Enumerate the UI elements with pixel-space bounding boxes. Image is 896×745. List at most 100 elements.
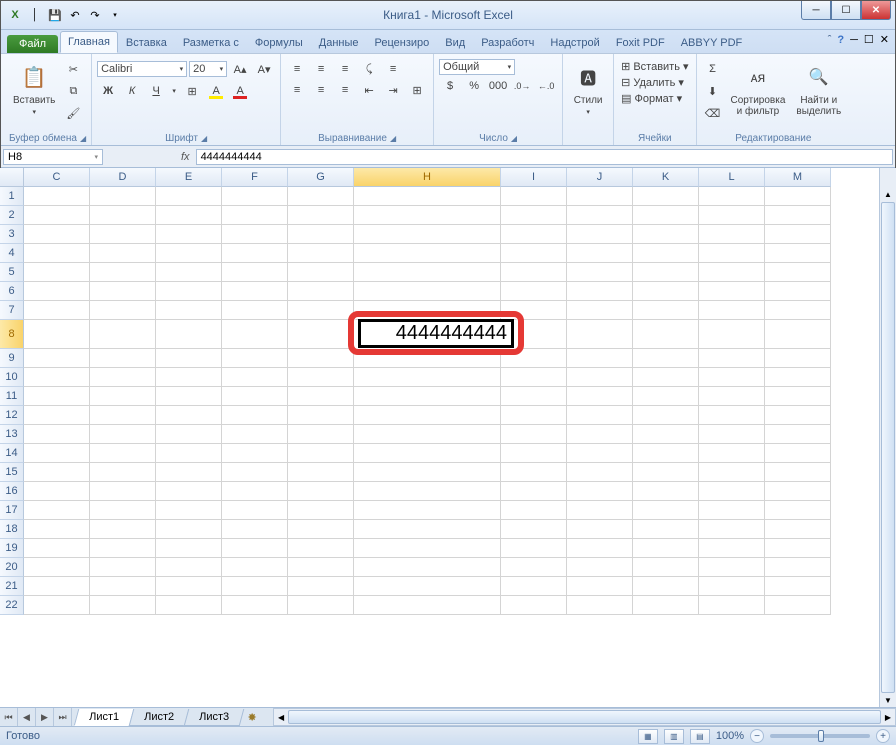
cell[interactable] xyxy=(501,558,567,577)
wkbk-max-icon[interactable]: ☐ xyxy=(864,33,874,46)
cell[interactable] xyxy=(567,406,633,425)
column-header[interactable]: G xyxy=(288,168,354,187)
view-normal-icon[interactable]: ▦ xyxy=(638,729,658,744)
cell[interactable] xyxy=(501,501,567,520)
cell[interactable] xyxy=(765,187,831,206)
cell[interactable] xyxy=(288,349,354,368)
row-headers[interactable]: 12345678910111213141516171819202122 xyxy=(0,187,24,707)
cell[interactable] xyxy=(765,463,831,482)
cell[interactable] xyxy=(765,349,831,368)
select-all-corner[interactable] xyxy=(0,168,24,187)
wkbk-min-icon[interactable]: ─ xyxy=(850,34,858,46)
zoom-in-icon[interactable]: + xyxy=(876,729,890,743)
cell[interactable] xyxy=(222,387,288,406)
cell[interactable] xyxy=(567,187,633,206)
align-middle-icon[interactable]: ≡ xyxy=(310,59,332,79)
row-header[interactable]: 1 xyxy=(0,187,24,206)
row-header[interactable]: 9 xyxy=(0,349,24,368)
sheet-tab[interactable]: Лист2 xyxy=(129,709,190,726)
cell[interactable] xyxy=(501,225,567,244)
tab-review[interactable]: Рецензиро xyxy=(367,32,438,53)
cell[interactable] xyxy=(501,263,567,282)
cell[interactable] xyxy=(288,444,354,463)
cell[interactable] xyxy=(633,558,699,577)
inc-decimal-icon[interactable]: .0→ xyxy=(511,76,533,96)
tab-data[interactable]: Данные xyxy=(311,32,367,53)
align-bottom-icon[interactable]: ≡ xyxy=(334,59,356,79)
cell[interactable] xyxy=(222,301,288,320)
cell[interactable] xyxy=(90,596,156,615)
align-right-icon[interactable]: ≡ xyxy=(334,80,356,100)
cell[interactable] xyxy=(156,501,222,520)
cell[interactable] xyxy=(288,501,354,520)
row-header[interactable]: 4 xyxy=(0,244,24,263)
cell[interactable] xyxy=(90,301,156,320)
row-header[interactable]: 6 xyxy=(0,282,24,301)
cell[interactable] xyxy=(156,225,222,244)
cell[interactable] xyxy=(699,187,765,206)
hscroll-thumb[interactable] xyxy=(288,710,881,724)
indent-inc-icon[interactable]: ⇥ xyxy=(382,80,404,100)
insert-cells-button[interactable]: ⊞Вставить ▾ xyxy=(619,59,690,74)
increase-font-icon[interactable]: A▴ xyxy=(229,59,251,79)
row-header[interactable]: 20 xyxy=(0,558,24,577)
cell[interactable] xyxy=(24,501,90,520)
cell[interactable] xyxy=(354,406,501,425)
row-header[interactable]: 5 xyxy=(0,263,24,282)
cell[interactable] xyxy=(90,263,156,282)
scroll-down-icon[interactable]: ▼ xyxy=(880,693,896,707)
cell[interactable] xyxy=(24,349,90,368)
fill-icon[interactable]: ⬇ xyxy=(702,81,724,101)
cell[interactable] xyxy=(24,482,90,501)
row-header[interactable]: 8 xyxy=(0,320,24,349)
delete-cells-button[interactable]: ⊟Удалить ▾ xyxy=(619,75,686,90)
zoom-slider-thumb[interactable] xyxy=(818,730,824,742)
cell[interactable] xyxy=(222,282,288,301)
view-layout-icon[interactable]: ▥ xyxy=(664,729,684,744)
cell[interactable] xyxy=(633,263,699,282)
cell[interactable] xyxy=(699,444,765,463)
styles-button[interactable]: 🅰 Стили ▾ xyxy=(568,59,608,118)
autosum-icon[interactable]: Σ xyxy=(702,59,724,79)
cell[interactable] xyxy=(567,206,633,225)
cell[interactable] xyxy=(501,577,567,596)
cell[interactable] xyxy=(156,596,222,615)
cell[interactable] xyxy=(222,558,288,577)
cell[interactable] xyxy=(354,349,501,368)
cell[interactable] xyxy=(567,387,633,406)
column-header[interactable]: F xyxy=(222,168,288,187)
cell[interactable] xyxy=(765,425,831,444)
cell[interactable] xyxy=(699,596,765,615)
cell[interactable] xyxy=(222,425,288,444)
column-header[interactable]: H xyxy=(354,168,501,187)
cell[interactable] xyxy=(765,444,831,463)
cell[interactable] xyxy=(699,577,765,596)
qat-more-icon[interactable]: ▾ xyxy=(107,7,123,23)
cell[interactable] xyxy=(354,501,501,520)
styles-dropdown-icon[interactable]: ▾ xyxy=(586,108,590,116)
cell[interactable] xyxy=(567,244,633,263)
column-header[interactable]: E xyxy=(156,168,222,187)
cell[interactable] xyxy=(699,406,765,425)
cell[interactable] xyxy=(90,187,156,206)
cell[interactable] xyxy=(24,206,90,225)
cell[interactable] xyxy=(354,577,501,596)
cell[interactable] xyxy=(699,282,765,301)
cell[interactable] xyxy=(24,244,90,263)
format-cells-button[interactable]: ▤Формат ▾ xyxy=(619,91,684,106)
close-button[interactable]: ✕ xyxy=(861,1,891,20)
cell[interactable] xyxy=(288,244,354,263)
cell[interactable] xyxy=(222,368,288,387)
row-header[interactable]: 12 xyxy=(0,406,24,425)
cell[interactable] xyxy=(90,349,156,368)
cell[interactable] xyxy=(633,539,699,558)
comma-icon[interactable]: 000 xyxy=(487,76,509,96)
cell[interactable] xyxy=(765,368,831,387)
wkbk-close-icon[interactable]: ✕ xyxy=(880,33,889,46)
cell[interactable] xyxy=(501,539,567,558)
column-header[interactable]: M xyxy=(765,168,831,187)
cell[interactable] xyxy=(354,263,501,282)
tab-home[interactable]: Главная xyxy=(60,31,118,53)
cell[interactable] xyxy=(222,225,288,244)
column-header[interactable]: J xyxy=(567,168,633,187)
